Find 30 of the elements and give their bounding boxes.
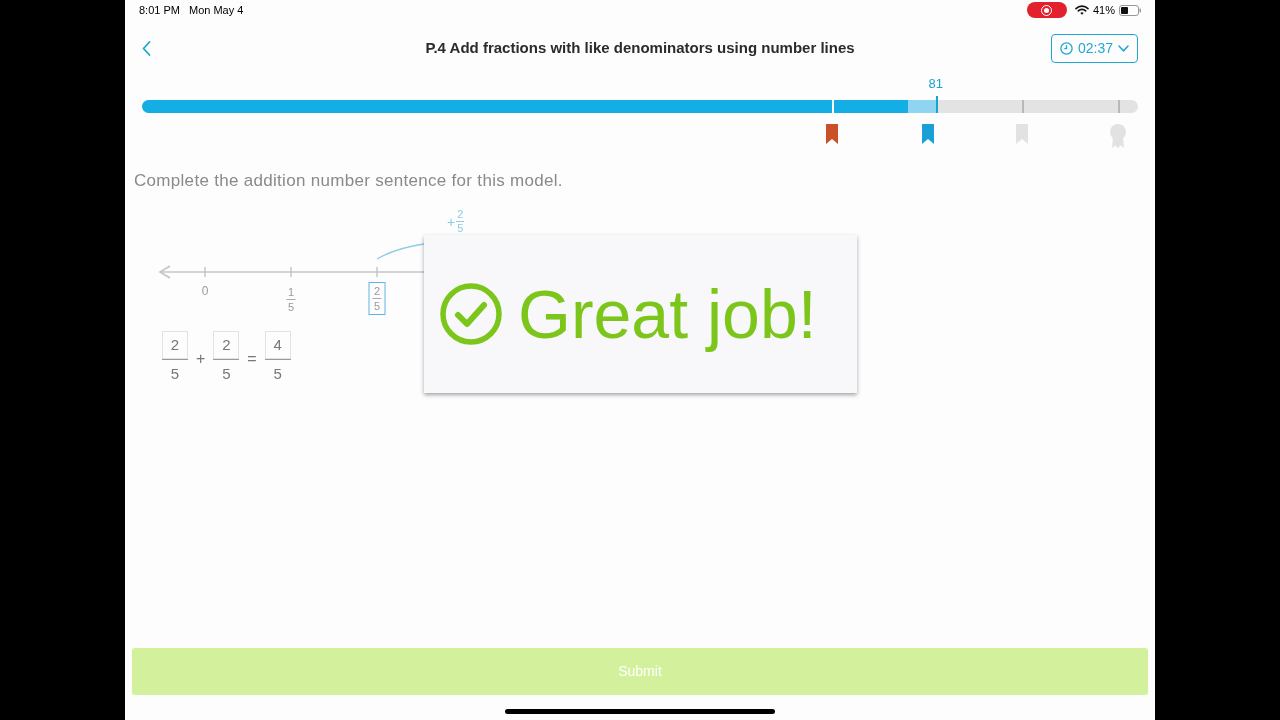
fraction-denominator: 5 — [170, 365, 180, 383]
chevron-down-icon — [1118, 45, 1129, 52]
answer-box[interactable]: 2 — [213, 331, 240, 359]
fraction-denominator: 5 — [287, 301, 295, 313]
battery-icon — [1119, 4, 1141, 16]
battery-level: 41% — [1092, 2, 1115, 18]
fraction-numerator: 2 — [457, 209, 464, 220]
chevron-left-icon — [142, 41, 151, 56]
fraction-denominator: 5 — [222, 365, 231, 383]
status-date: Mon May 4 — [188, 2, 244, 18]
math-operator: = — [247, 350, 257, 368]
answer-box[interactable]: 4 — [264, 331, 291, 359]
status-time: 8:01 PM — [139, 2, 180, 18]
jump-sign: + — [447, 214, 456, 229]
clock-icon — [1059, 42, 1073, 55]
score-label: 81 — [928, 76, 944, 91]
fraction-denominator: 5 — [457, 223, 464, 234]
tick-label: 0 — [201, 284, 209, 298]
feedback-message: Great job! — [518, 275, 817, 354]
fraction-denominator: 5 — [273, 365, 282, 383]
fraction-numerator: 2 — [373, 285, 381, 297]
answer-box[interactable]: 2 — [162, 331, 188, 359]
timer-button[interactable]: 02:37 — [1050, 34, 1138, 63]
fraction-denominator: 5 — [373, 300, 381, 312]
score-marker — [935, 96, 938, 113]
fraction-numerator: 1 — [287, 286, 295, 298]
math-operator: + — [196, 350, 206, 368]
lesson-title: P.4 Add fractions with like denominators using number lines — [425, 38, 855, 59]
question-prompt: Complete the addition number sentence for this model. — [134, 171, 564, 191]
wifi-icon — [1074, 5, 1089, 15]
